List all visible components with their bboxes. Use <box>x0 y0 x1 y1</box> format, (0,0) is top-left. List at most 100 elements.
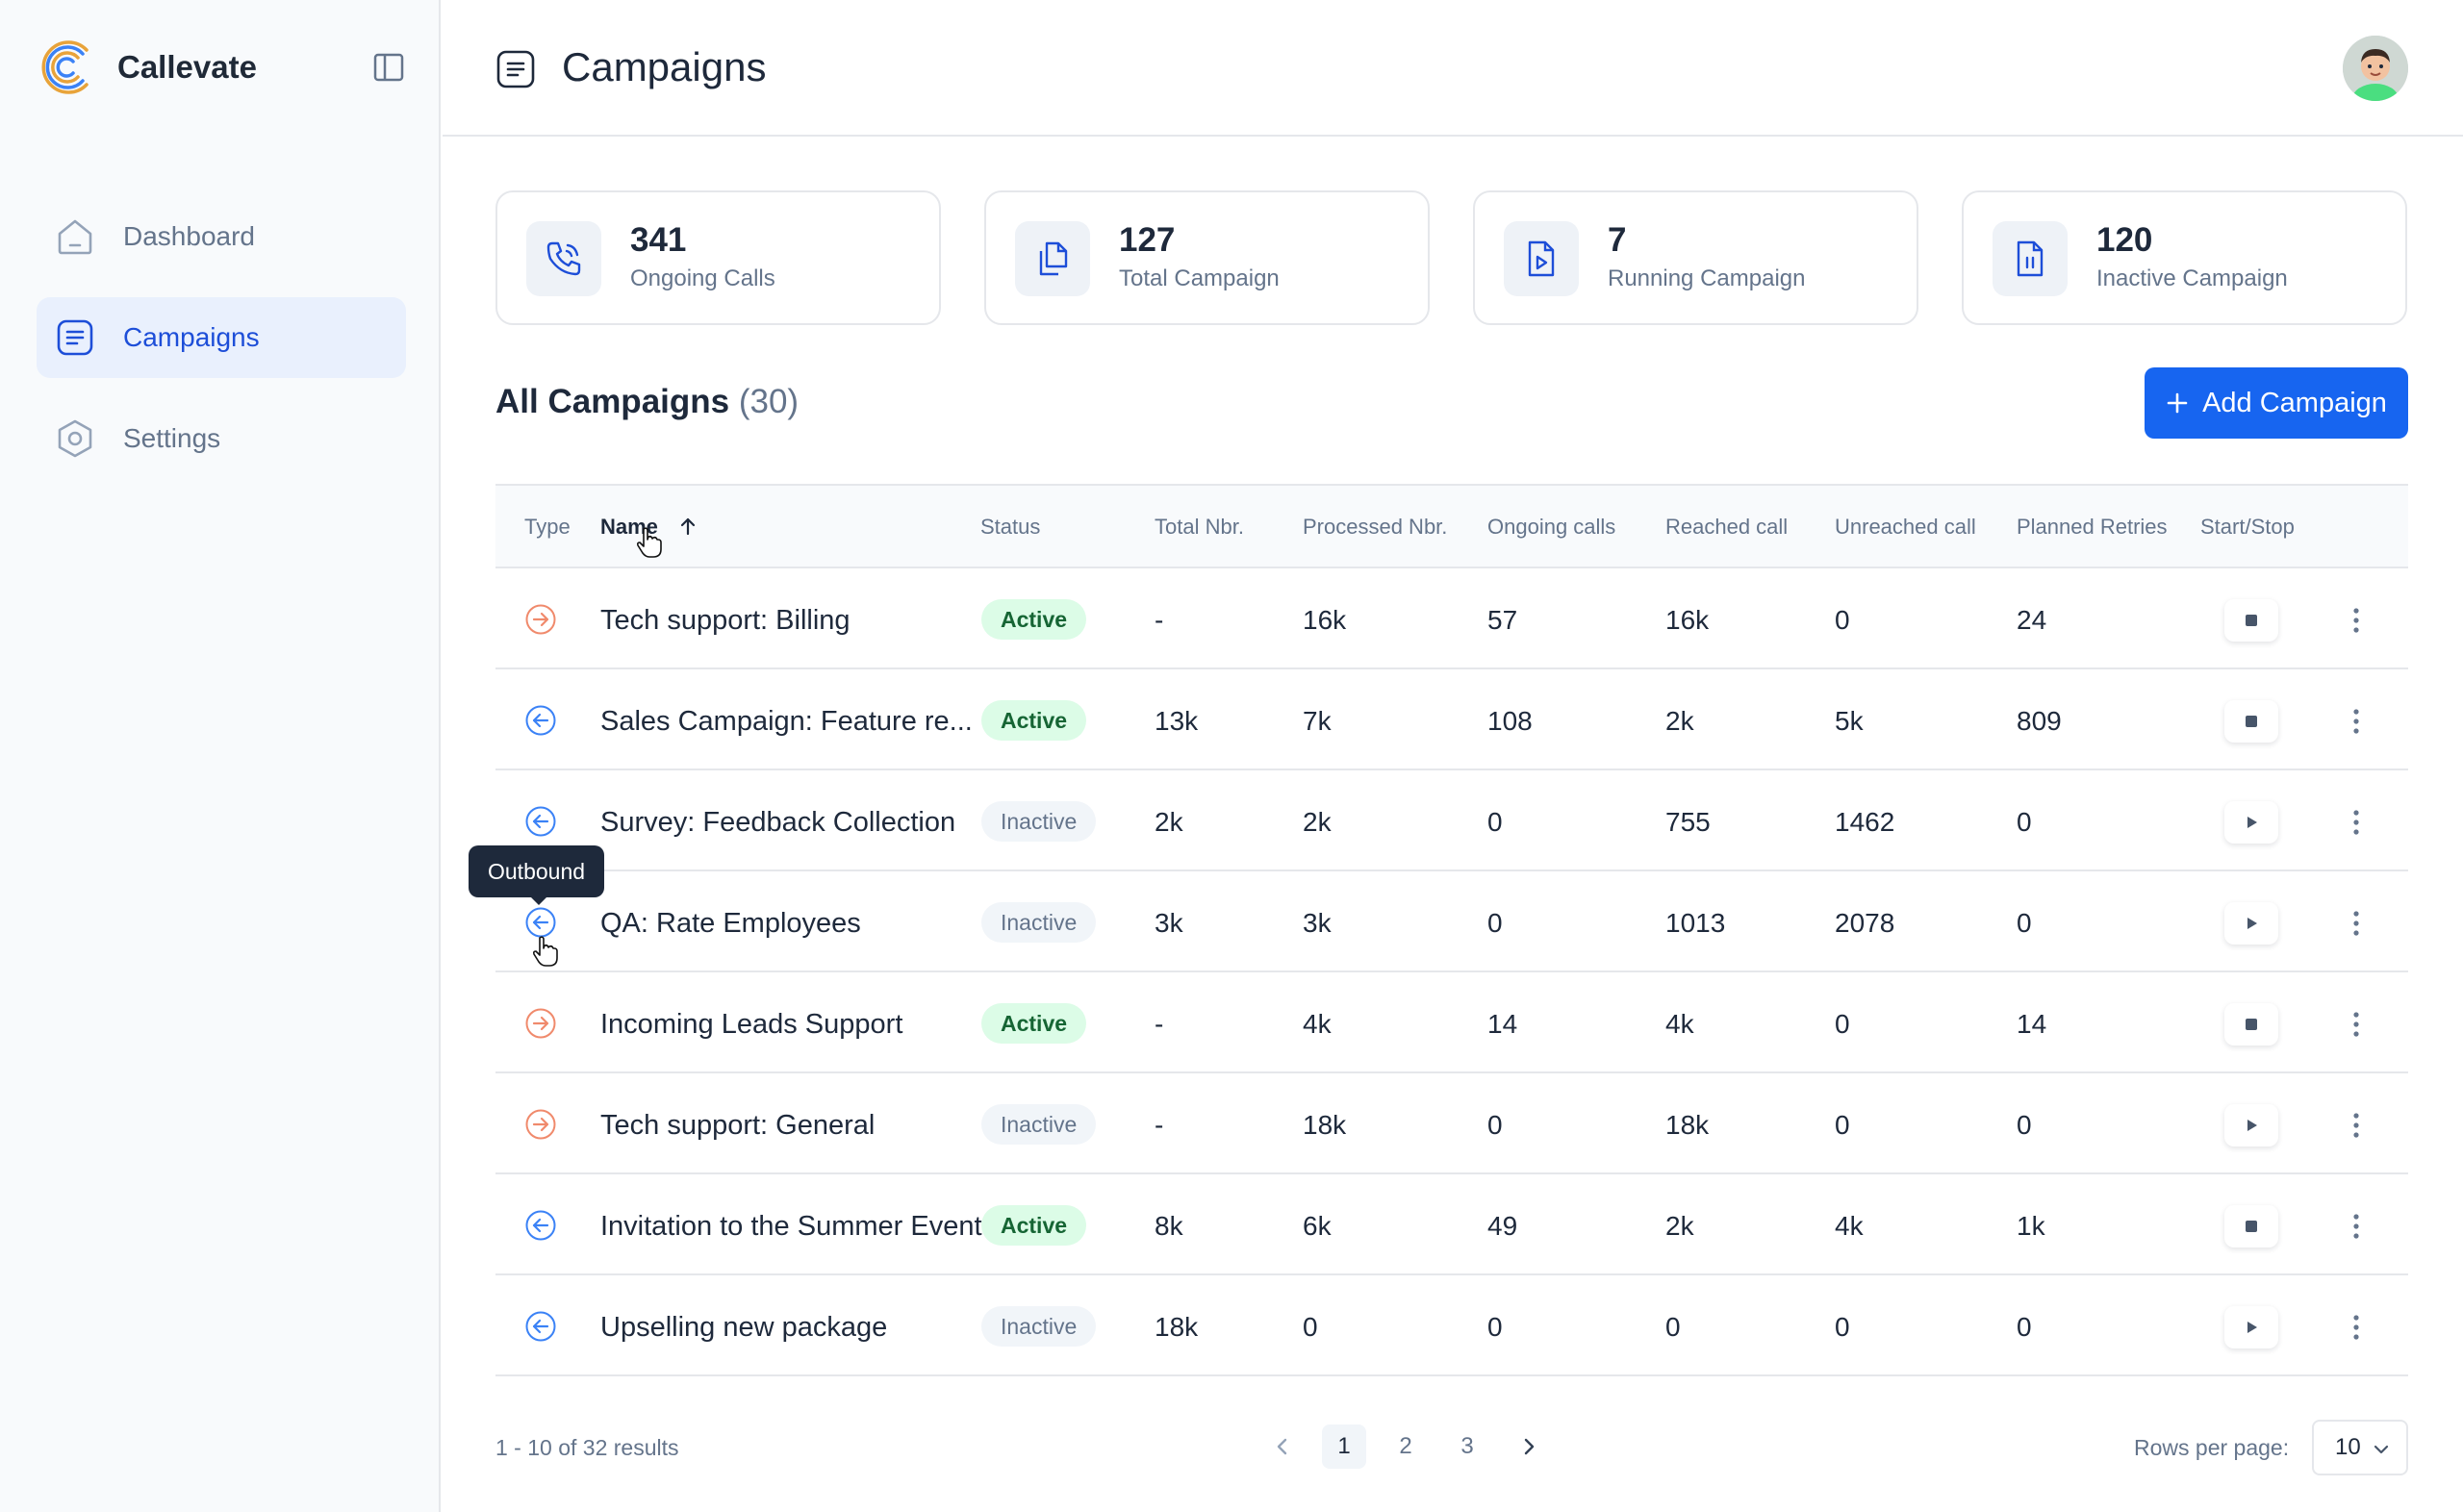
cell-retries: 0 <box>2017 908 2032 938</box>
stat-value: 120 <box>2096 221 2153 259</box>
table-row[interactable]: Invitation to the Summer Event Active 8k 6k… <box>495 1174 2408 1275</box>
column-header-unreached[interactable]: Unreached call <box>1835 515 1976 540</box>
more-vertical-icon <box>2353 1012 2359 1037</box>
stat-label: Total Campaign <box>1119 265 1280 291</box>
start-campaign-button[interactable] <box>2224 801 2278 844</box>
stat-value: 7 <box>1608 221 1627 259</box>
play-icon <box>2247 1322 2257 1333</box>
column-header-processed[interactable]: Processed Nbr. <box>1303 515 1447 540</box>
more-vertical-icon <box>2353 709 2359 734</box>
row-actions-button[interactable] <box>2343 1306 2370 1348</box>
inbound-arrow-icon[interactable] <box>524 1007 557 1040</box>
sidebar-nav: Dashboard Campaigns Settings <box>37 196 406 499</box>
inbound-arrow-icon[interactable] <box>524 1108 557 1141</box>
cell-name[interactable]: Sales Campaign: Feature re... <box>600 706 973 738</box>
column-header-retries[interactable]: Planned Retries <box>2017 515 2168 540</box>
start-campaign-button[interactable] <box>2224 902 2278 945</box>
row-actions-button[interactable] <box>2343 1104 2370 1147</box>
brand-name: Callevate <box>117 49 257 85</box>
row-actions-button[interactable] <box>2343 1205 2370 1247</box>
cell-unreached: 4k <box>1835 1211 1864 1241</box>
table-row[interactable]: Tech support: Billing Active - 16k 57 16k 0 24 <box>495 568 2408 669</box>
sidebar-item-label: Dashboard <box>123 221 255 251</box>
cell-name[interactable]: Upselling new package <box>600 1312 887 1344</box>
pagination: 1 2 3 <box>1260 1424 1568 1469</box>
stop-campaign-button[interactable] <box>2224 1003 2278 1046</box>
outbound-arrow-icon[interactable] <box>524 1209 557 1242</box>
table-row[interactable]: QA: Rate Employees Inactive 3k 3k 0 1013 2078 0 <box>495 871 2408 972</box>
section-title: All Campaigns (30) <box>495 383 799 421</box>
table-row[interactable]: Sales Campaign: Feature re... Active 13k 7k… <box>495 669 2408 770</box>
brand[interactable]: Callevate <box>35 35 257 100</box>
cell-retries: 24 <box>2017 605 2047 635</box>
table-row[interactable]: Survey: Feedback Collection Inactive 2k 2k 0… <box>495 770 2408 871</box>
outbound-arrow-icon[interactable] <box>524 1310 557 1343</box>
cell-name[interactable]: Invitation to the Summer Event <box>600 1211 982 1243</box>
stop-icon <box>2246 716 2257 727</box>
cell-name[interactable]: Incoming Leads Support <box>600 1009 902 1041</box>
page-button-1[interactable]: 1 <box>1322 1424 1366 1469</box>
cell-name[interactable]: QA: Rate Employees <box>600 908 861 940</box>
next-page-button[interactable] <box>1507 1424 1551 1469</box>
cell-total: 13k <box>1155 706 1199 736</box>
stat-card-running-campaign: 7 Running Campaign <box>1473 190 1918 325</box>
prev-page-button[interactable] <box>1260 1424 1305 1469</box>
sort-ascending-icon[interactable] <box>677 516 698 537</box>
column-header-type[interactable]: Type <box>524 515 571 540</box>
outbound-arrow-icon[interactable] <box>524 704 557 737</box>
rows-per-page-value: 10 <box>2335 1434 2361 1460</box>
page-button-2[interactable]: 2 <box>1384 1424 1428 1469</box>
column-header-startstop[interactable]: Start/Stop <box>2200 515 2295 540</box>
chevron-right-icon <box>1524 1438 1535 1455</box>
chevron-left-icon <box>1277 1438 1287 1455</box>
chevron-down-icon <box>2374 1445 2389 1454</box>
row-actions-button[interactable] <box>2343 801 2370 844</box>
sidebar-item-settings[interactable]: Settings <box>37 398 406 479</box>
stop-campaign-button[interactable] <box>2224 1205 2278 1247</box>
table-row[interactable]: Upselling new package Inactive 18k 0 0 0 0 0 <box>495 1275 2408 1376</box>
cell-name[interactable]: Tech support: Billing <box>600 605 851 637</box>
column-header-status[interactable]: Status <box>980 515 1040 540</box>
outbound-arrow-icon[interactable] <box>524 805 557 838</box>
row-actions-button[interactable] <box>2343 700 2370 743</box>
row-actions-button[interactable] <box>2343 1003 2370 1046</box>
cell-total: 8k <box>1155 1211 1183 1241</box>
table-row[interactable]: Incoming Leads Support Active - 4k 14 4k 0 14 <box>495 972 2408 1073</box>
cell-ongoing: 0 <box>1487 1312 1503 1342</box>
cell-unreached: 0 <box>1835 1110 1850 1140</box>
column-header-ongoing[interactable]: Ongoing calls <box>1487 515 1615 540</box>
row-actions-button[interactable] <box>2343 902 2370 945</box>
column-header-total[interactable]: Total Nbr. <box>1155 515 1244 540</box>
row-actions-button[interactable] <box>2343 599 2370 642</box>
outbound-arrow-icon[interactable] <box>524 906 557 939</box>
cell-processed: 0 <box>1303 1312 1318 1342</box>
cell-ongoing: 0 <box>1487 908 1503 938</box>
inbound-arrow-icon[interactable] <box>524 603 557 636</box>
table-row[interactable]: Tech support: General Inactive - 18k 0 18k 0 0 <box>495 1073 2408 1174</box>
sidebar-item-dashboard[interactable]: Dashboard <box>37 196 406 277</box>
add-campaign-button[interactable]: Add Campaign <box>2145 367 2408 439</box>
cell-unreached: 0 <box>1835 605 1850 635</box>
sidebar-item-campaigns[interactable]: Campaigns <box>37 297 406 378</box>
cell-processed: 2k <box>1303 807 1332 837</box>
sidebar-toggle-icon[interactable] <box>371 50 406 85</box>
hand-cursor-icon <box>532 936 558 967</box>
page-title: Campaigns <box>562 44 767 89</box>
start-campaign-button[interactable] <box>2224 1104 2278 1147</box>
table-body: Tech support: Billing Active - 16k 57 16k 0 24 S… <box>495 568 2408 1376</box>
stop-campaign-button[interactable] <box>2224 599 2278 642</box>
cell-name[interactable]: Survey: Feedback Collection <box>600 807 955 839</box>
cell-retries: 0 <box>2017 807 2032 837</box>
rows-per-page-select[interactable]: 10 <box>2312 1420 2408 1475</box>
play-icon <box>2247 918 2257 929</box>
cell-processed: 16k <box>1303 605 1347 635</box>
avatar[interactable] <box>2343 36 2408 101</box>
more-vertical-icon <box>2353 810 2359 835</box>
cell-reached: 2k <box>1665 1211 1694 1241</box>
cell-total: 3k <box>1155 908 1183 938</box>
cell-name[interactable]: Tech support: General <box>600 1110 875 1142</box>
start-campaign-button[interactable] <box>2224 1306 2278 1348</box>
page-button-3[interactable]: 3 <box>1445 1424 1489 1469</box>
column-header-reached[interactable]: Reached call <box>1665 515 1788 540</box>
stop-campaign-button[interactable] <box>2224 700 2278 743</box>
